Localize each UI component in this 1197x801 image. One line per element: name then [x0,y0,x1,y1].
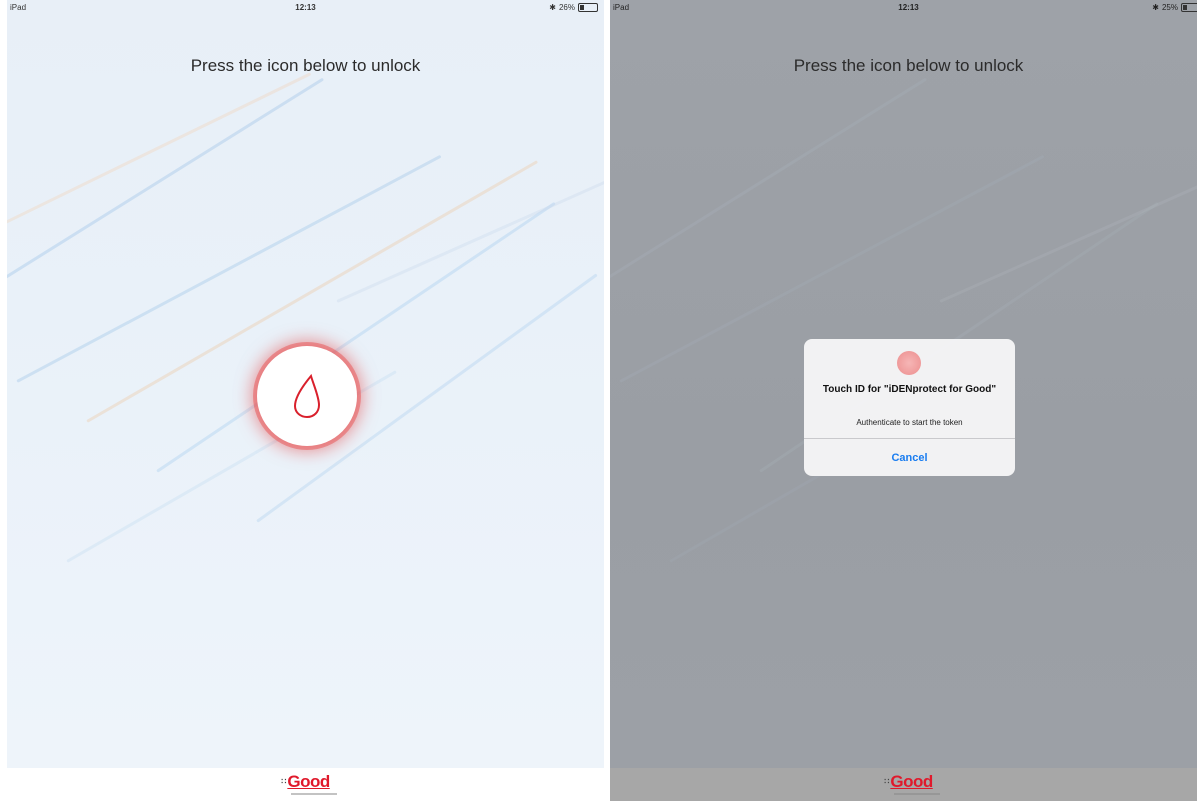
touch-id-alert: Touch ID for "iDENprotect for Good" Auth… [804,339,1015,476]
touch-id-fingerprint-icon [897,351,921,375]
status-time: 12:13 [898,3,919,12]
logo-text: Good [287,771,330,791]
touch-id-button[interactable] [257,346,357,446]
blackberry-mark-icon: ∷ [884,776,890,786]
status-time: 12:13 [295,3,316,12]
logo-tagline-mark [291,792,338,795]
bluetooth-icon: ✱ [1152,3,1159,12]
status-right: ✱ 26% [549,3,598,12]
alert-message: Authenticate to start the token [856,418,963,427]
unlock-prompt: Press the icon below to unlock [190,56,421,75]
status-bar: iPad 12:13 ✱ 26% [7,0,604,18]
status-bar: iPad 12:13 ✱ 25% [610,0,1197,18]
touch-id-droplet-icon [293,373,321,419]
battery-percent: 26% [558,3,575,12]
alert-title: Touch ID for "iDENprotect for Good" [822,384,997,395]
logo-text: Good [890,771,933,791]
battery-icon [578,3,598,12]
logo-tagline-mark [894,792,941,795]
battery-icon [1181,3,1197,12]
status-right: ✱ 25% [1152,3,1197,12]
footer: ∷ Good [7,768,604,801]
touch-id-dialog-screen: iPad 12:13 ✱ 25% Press the icon below to… [610,0,1197,801]
battery-percent: 25% [1161,3,1178,12]
good-logo: ∷ Good [281,771,338,798]
bluetooth-icon: ✱ [549,3,556,12]
unlock-screen: iPad 12:13 ✱ 26% Press the icon below to… [7,0,604,801]
unlock-prompt: Press the icon below to unlock [793,56,1024,75]
footer: ∷ Good [610,768,1197,801]
blackberry-mark-icon: ∷ [281,776,287,786]
good-logo: ∷ Good [884,771,941,798]
cancel-button[interactable]: Cancel [804,439,1015,476]
